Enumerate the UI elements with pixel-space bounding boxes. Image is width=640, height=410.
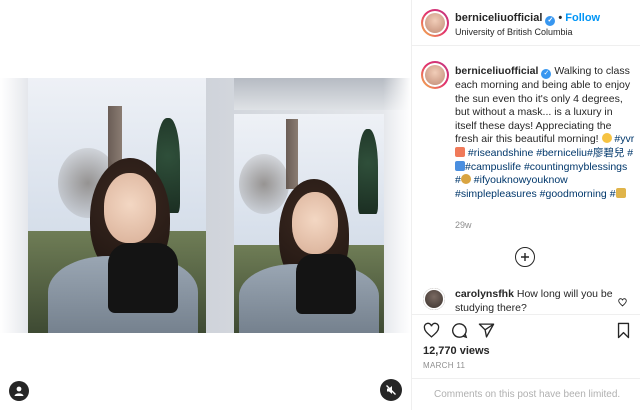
view-count[interactable]: 12,770 views [423,345,490,357]
verified-badge-icon: ✓ [545,16,556,26]
hearts-emoji-icon [455,146,465,157]
caption-username[interactable]: berniceliuofficial [455,65,538,77]
hashtag-yvr[interactable]: #yvr [614,133,634,145]
muted-speaker-icon[interactable] [380,379,402,401]
heart-icon[interactable] [423,322,440,339]
post-caption: berniceliuofficial ✓ Walking to class eac… [455,65,635,201]
post-sidebar: berniceliuofficial ✓ • Follow University of… [411,0,640,410]
hashtag-chinese[interactable]: #廖碧兒 [587,147,624,159]
hashtag-goodmorning[interactable]: #goodmorning [540,188,607,200]
hashtag-pound[interactable]: # [627,147,633,159]
bookmark-icon[interactable] [615,322,632,339]
hashtag-berniceliu[interactable]: #berniceliu [536,147,587,159]
hashtag-countingmyblessings[interactable]: #countingmyblessings [524,161,627,173]
caption-avatar[interactable] [423,63,447,87]
follow-button[interactable]: Follow [565,12,600,24]
hashtag-campuslife[interactable]: #campuslife [465,161,521,173]
comment-like-icon[interactable] [618,294,627,312]
hashtag-riseandshine[interactable]: #riseandshine [468,147,533,159]
comment-item: carolynsfhk How long will you be studyin… [455,288,625,314]
comment-username[interactable]: carolynsfhk [455,288,514,300]
hashtag-ifyouknowyouknow[interactable]: #ifyouknowyouknow [474,174,568,186]
hashtag-simplepleasures[interactable]: #simplepleasures [455,188,537,200]
caption-verified-icon: ✓ [541,69,552,79]
video-frame-right [234,114,384,333]
caption-age: 29w [455,220,472,230]
commenter-avatar[interactable] [423,288,445,310]
separator-dot: • [558,12,563,24]
action-bar [412,314,640,344]
header-username[interactable]: berniceliuofficial [455,12,542,24]
comments-limited-notice: Comments on this post have been limited. [412,378,640,410]
video-player[interactable] [0,78,411,333]
avatar[interactable] [423,11,447,35]
post-date[interactable]: MARCH 11 [423,361,465,370]
hashtag-pound-3[interactable]: # [610,188,616,200]
header-username-row: berniceliuofficial ✓ • Follow [455,12,600,26]
video-frame-left [28,78,206,333]
comment-bubble-icon[interactable] [451,322,468,339]
bee-emoji-icon [615,187,626,198]
comments-list[interactable]: berniceliuofficial ✓ Walking to class eac… [412,56,640,314]
location-link[interactable]: University of British Columbia [455,27,573,37]
hashtag-pound-2[interactable]: # [455,174,461,186]
post-media[interactable] [0,0,411,410]
post-header: berniceliuofficial ✓ • Follow University of… [412,0,640,46]
praying-emoji-icon [460,174,471,185]
sun-emoji-icon [601,133,612,144]
flag-emoji-icon [455,160,465,171]
plus-circle-icon[interactable] [515,247,535,267]
paper-plane-icon[interactable] [478,322,495,339]
user-tag-icon[interactable] [9,381,29,401]
